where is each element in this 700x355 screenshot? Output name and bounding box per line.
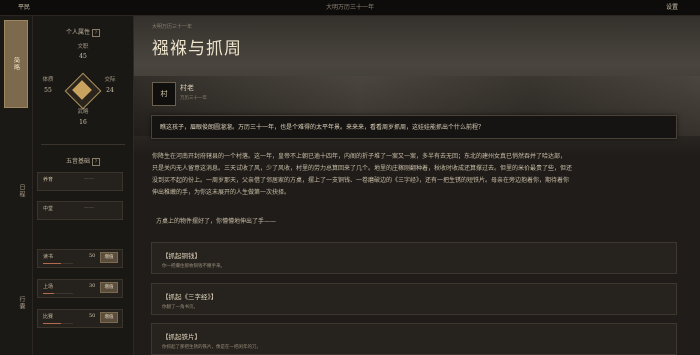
speaker-subtitle: 万历三十一年 (180, 96, 207, 101)
speaker-avatar: 村 (152, 82, 176, 106)
choice-option[interactable]: 【抓起《三字经》】 你翻了一角书页。 (151, 283, 677, 315)
story-paragraph-line: 伸出稚嫩的手，为你这未展开的人生做第一次抉择。 (152, 189, 291, 196)
story-paragraph-line: 没到买不起的份上。一周岁那天，父亲借了邻居家的方桌，摆上了一支铜钱、一卷磨破边的… (152, 177, 570, 184)
stat-cell: 比赛 50 增值 (37, 309, 123, 328)
increase-button[interactable]: 增值 (100, 312, 118, 323)
attribute-diamond-icon (63, 71, 103, 111)
stat-ti-value: 55 (44, 87, 52, 94)
cell-name: 中堂 (43, 206, 54, 212)
stat-cell: 中堂 —— (37, 201, 123, 220)
help-icon[interactable]: ? (92, 29, 100, 37)
nav-item-bag[interactable]: 行囊 (4, 288, 26, 318)
cell-progress-bar (43, 292, 73, 294)
choice-desc: 你翻了一角书页。 (162, 305, 198, 310)
nav-item-summary[interactable]: 简略 (4, 20, 28, 108)
section-divider (41, 144, 125, 145)
cell-name: 读书 (43, 254, 54, 260)
cell-name: 养育 (43, 177, 54, 183)
stat-cell: 养育 —— (37, 172, 123, 191)
page-title: 襁褓与抓周 (152, 39, 242, 59)
cell-name: 比赛 (43, 314, 54, 320)
nav-item-label: 日程 (18, 184, 25, 198)
story-paragraph-line: 只是关内无人留意这消息。三天试收了风，少了风收，村里的劳力总算回来了几个。地里的… (152, 165, 573, 172)
stat-wen-label: 文职 (77, 44, 89, 50)
choice-option[interactable]: 【抓起铁片】 你抓起了那把生锈的铁片，像是在一把闲年的刀。 (151, 323, 677, 355)
cell-progress-fill (43, 292, 54, 294)
help-icon[interactable]: ? (92, 158, 100, 166)
stat-ti-label: 体质 (42, 77, 54, 83)
settings-button[interactable]: 设置 (666, 0, 678, 15)
story-paragraph-line: 你降生在河南开封府辖县的一个村落。这一年，皇帝不上朝已逾十四年，内阁的折子堆了一… (152, 153, 567, 160)
stat-cell: 上场 30 增值 (37, 279, 123, 298)
speaker-name: 村老 (180, 84, 194, 92)
story-panel: 大明万历三十一年 襁褓与抓周 村 村老 万历三十一年 瞧这孩子，眉眼俊朗圆溜溜。… (134, 16, 700, 355)
breadcrumb: 大明万历三十一年 (152, 24, 193, 30)
cell-progress-bar (43, 322, 73, 324)
top-bar: 平民 大明万历三十一年 设置 (0, 0, 700, 16)
choice-prompt: 方桌上的物件摆好了，你懵懵地伸出了手—— (156, 218, 277, 225)
choice-title: 【抓起《三字经》】 (162, 293, 218, 301)
stat-wen-value: 45 (79, 53, 87, 60)
side-nav: 简略 日程 行囊 (0, 16, 33, 355)
cell-progress-bar (43, 262, 73, 264)
status-panel: 个人属性? 文职 45 体质 55 交际 24 武略 16 五音基础? 养育 —… (33, 16, 134, 355)
dialog-box: 瞧这孩子，眉眼俊朗圆溜溜。万历三十一年，也是个难得的太平年景。来来来，看看周岁抓… (151, 115, 677, 139)
choice-title: 【抓起铜钱】 (162, 252, 201, 260)
cell-progress-fill (43, 262, 61, 264)
increase-button[interactable]: 增值 (100, 252, 118, 263)
nav-item-schedule[interactable]: 日程 (4, 176, 26, 206)
cell-dash: —— (84, 205, 94, 211)
section-title-text: 个人属性 (65, 29, 90, 36)
stat-cell: 读书 50 增值 (37, 249, 123, 268)
stat-wu-value: 16 (79, 119, 87, 126)
nav-item-label: 简略 (12, 57, 20, 71)
section-title-text: 五音基础 (65, 158, 90, 165)
nav-item-label: 行囊 (18, 296, 25, 310)
cell-value: 30 (89, 283, 96, 289)
stat-wu-label: 武略 (77, 109, 89, 115)
increase-button[interactable]: 增值 (100, 282, 118, 293)
cell-value: 50 (89, 253, 96, 259)
choice-desc: 你抓起了那把生锈的铁片，像是在一把闲年的刀。 (162, 345, 261, 350)
cell-progress-fill (43, 322, 61, 324)
condition-title: 五音基础? (33, 156, 133, 166)
cell-name: 上场 (43, 284, 54, 290)
personal-attributes-title: 个人属性? (33, 27, 133, 37)
cell-value: 50 (89, 313, 96, 319)
cell-dash: —— (84, 176, 94, 182)
choice-option[interactable]: 【抓起铜钱】 你一把攥住那枚铜钱不撒手来。 (151, 242, 677, 274)
choice-desc: 你一把攥住那枚铜钱不撒手来。 (162, 264, 225, 269)
choice-title: 【抓起铁片】 (162, 333, 201, 341)
era-label: 大明万历三十一年 (325, 4, 374, 11)
